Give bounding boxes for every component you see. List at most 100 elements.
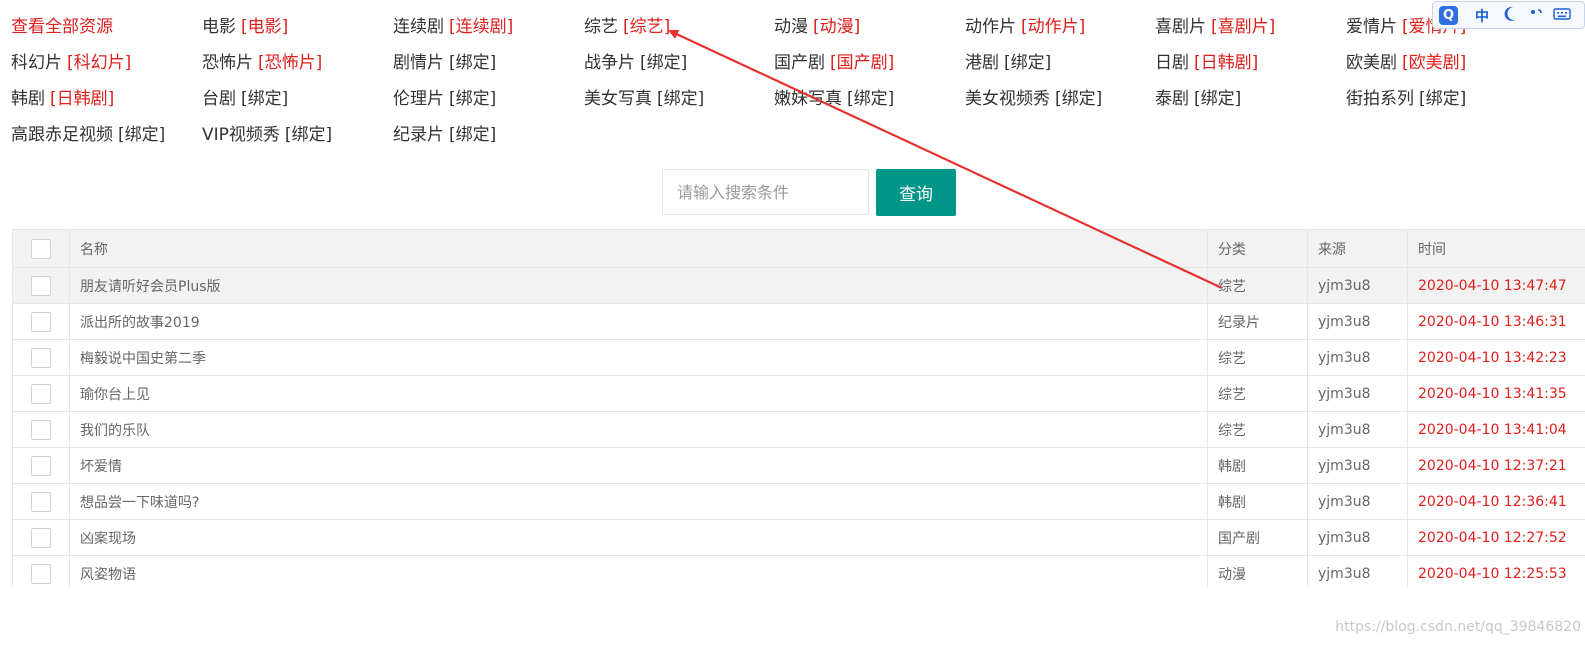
category-link[interactable]: 恐怖片 [恐怖片]	[202, 52, 322, 74]
category-name: 街拍系列	[1346, 89, 1414, 109]
category-link[interactable]: 伦理片 [绑定]	[393, 88, 496, 110]
table-row[interactable]: 风姿物语 动漫 yjm3u8 2020-04-10 12:25:53	[12, 555, 1585, 587]
category-link[interactable]: 日剧 [日韩剧]	[1155, 52, 1258, 74]
category-link[interactable]: 连续剧 [连续剧]	[393, 16, 513, 38]
category-name: 美女写真	[584, 89, 652, 109]
category-link[interactable]: 动作片 [动作片]	[965, 16, 1085, 38]
cell-name: 风姿物语	[69, 555, 1208, 587]
header-name[interactable]: 名称	[69, 229, 1208, 268]
cell-source: yjm3u8	[1307, 267, 1408, 304]
category-link[interactable]: 台剧 [绑定]	[202, 88, 288, 110]
category-link[interactable]: VIP视频秀 [绑定]	[202, 124, 332, 146]
category-tag: [动漫]	[813, 17, 861, 37]
cell-name: 凶案现场	[69, 519, 1208, 556]
category-link[interactable]: 纪录片 [绑定]	[393, 124, 496, 146]
category-link[interactable]: 查看全部资源	[11, 16, 113, 38]
header-category[interactable]: 分类	[1207, 229, 1308, 268]
category-name: 伦理片	[393, 89, 444, 109]
ime-logo-icon[interactable]: Q	[1439, 6, 1458, 25]
cell-name: 朋友请听好会员Plus版	[69, 267, 1208, 304]
row-checkbox[interactable]	[31, 311, 51, 332]
table-row[interactable]: 朋友请听好会员Plus版 综艺 yjm3u8 2020-04-10 13:47:47	[12, 267, 1585, 304]
category-tag: [绑定]	[449, 53, 497, 73]
cell-category: 动漫	[1207, 555, 1308, 587]
category-link[interactable]: 国产剧 [国产剧]	[774, 52, 894, 74]
category-link[interactable]: 剧情片 [绑定]	[393, 52, 496, 74]
row-select-cell	[12, 447, 70, 484]
category-name: 喜剧片	[1155, 17, 1206, 37]
category-link[interactable]: 韩剧 [日韩剧]	[11, 88, 114, 110]
row-checkbox[interactable]	[31, 419, 51, 440]
table-row[interactable]: 梅毅说中国史第二季 综艺 yjm3u8 2020-04-10 13:42:23	[12, 339, 1585, 376]
moon-icon[interactable]	[1503, 5, 1517, 27]
category-link[interactable]: 街拍系列 [绑定]	[1346, 88, 1466, 110]
category-link[interactable]: 动漫 [动漫]	[774, 16, 860, 38]
row-select-cell	[12, 519, 70, 556]
category-link[interactable]: 嫩妹写真 [绑定]	[774, 88, 894, 110]
table-row[interactable]: 我们的乐队 综艺 yjm3u8 2020-04-10 13:41:04	[12, 411, 1585, 448]
category-tag: [绑定]	[118, 125, 166, 145]
category-name: 动作片	[965, 17, 1016, 37]
row-checkbox[interactable]	[31, 563, 51, 584]
row-checkbox[interactable]	[31, 275, 51, 296]
category-name: 电影	[202, 17, 236, 37]
cell-source: yjm3u8	[1307, 303, 1408, 340]
table-row[interactable]: 派出所的故事2019 纪录片 yjm3u8 2020-04-10 13:46:31	[12, 303, 1585, 340]
category-link[interactable]: 科幻片 [科幻片]	[11, 52, 131, 74]
cell-category: 综艺	[1207, 375, 1308, 412]
category-name: 动漫	[774, 17, 808, 37]
category-link[interactable]: 泰剧 [绑定]	[1155, 88, 1241, 110]
row-select-cell	[12, 555, 70, 587]
row-checkbox[interactable]	[31, 491, 51, 512]
ime-mode-toggle[interactable]: 中	[1475, 6, 1489, 26]
category-link[interactable]: 美女写真 [绑定]	[584, 88, 704, 110]
cell-source: yjm3u8	[1307, 555, 1408, 587]
cell-source: yjm3u8	[1307, 375, 1408, 412]
header-time[interactable]: 时间	[1407, 229, 1585, 268]
table-row[interactable]: 凶案现场 国产剧 yjm3u8 2020-04-10 12:27:52	[12, 519, 1585, 556]
category-tag: [绑定]	[284, 125, 333, 145]
cell-category: 综艺	[1207, 411, 1308, 448]
table-row[interactable]: 坏爱情 韩剧 yjm3u8 2020-04-10 12:37:21	[12, 447, 1585, 484]
category-tag: [绑定]	[449, 125, 497, 145]
row-checkbox[interactable]	[31, 455, 51, 476]
category-tag: [电影]	[241, 17, 289, 37]
category-tag: [日韩剧]	[1194, 53, 1259, 73]
category-name: 港剧	[965, 53, 999, 73]
category-link[interactable]: 电影 [电影]	[202, 16, 288, 38]
table-row[interactable]: 想品尝一下味道吗? 韩剧 yjm3u8 2020-04-10 12:36:41	[12, 483, 1585, 520]
category-name: 科幻片	[11, 53, 62, 73]
row-checkbox[interactable]	[31, 347, 51, 368]
category-name: VIP视频秀	[202, 125, 280, 145]
category-name: 恐怖片	[202, 53, 253, 73]
category-tag: [国产剧]	[830, 53, 895, 73]
category-link[interactable]: 高跟赤足视频 [绑定]	[11, 124, 165, 146]
row-checkbox[interactable]	[31, 527, 51, 548]
header-source[interactable]: 来源	[1307, 229, 1408, 268]
cell-time: 2020-04-10 12:25:53	[1407, 555, 1585, 587]
category-tag: [绑定]	[1004, 53, 1052, 73]
category-name: 欧美剧	[1346, 53, 1397, 73]
category-link[interactable]: 喜剧片 [喜剧片]	[1155, 16, 1275, 38]
punctuation-icon[interactable]	[1529, 5, 1545, 27]
category-link[interactable]: 战争片 [绑定]	[584, 52, 687, 74]
cell-name: 派出所的故事2019	[69, 303, 1208, 340]
keyboard-icon[interactable]	[1553, 5, 1571, 27]
category-name: 综艺	[584, 17, 618, 37]
row-select-cell	[12, 483, 70, 520]
category-link[interactable]: 综艺 [综艺]	[584, 16, 670, 38]
row-select-cell	[12, 411, 70, 448]
category-link[interactable]: 港剧 [绑定]	[965, 52, 1051, 74]
category-link[interactable]: 欧美剧 [欧美剧]	[1346, 52, 1466, 74]
search-input[interactable]	[662, 169, 869, 215]
cell-category: 综艺	[1207, 339, 1308, 376]
category-tag: [绑定]	[1419, 89, 1467, 109]
category-link[interactable]: 美女视频秀 [绑定]	[965, 88, 1102, 110]
search-button[interactable]: 查询	[876, 169, 956, 216]
cell-time: 2020-04-10 13:41:35	[1407, 375, 1585, 412]
cell-source: yjm3u8	[1307, 483, 1408, 520]
cell-time: 2020-04-10 13:42:23	[1407, 339, 1585, 376]
row-checkbox[interactable]	[31, 383, 51, 404]
table-row[interactable]: 瑜你台上见 综艺 yjm3u8 2020-04-10 13:41:35	[12, 375, 1585, 412]
select-all-checkbox[interactable]	[31, 238, 51, 259]
